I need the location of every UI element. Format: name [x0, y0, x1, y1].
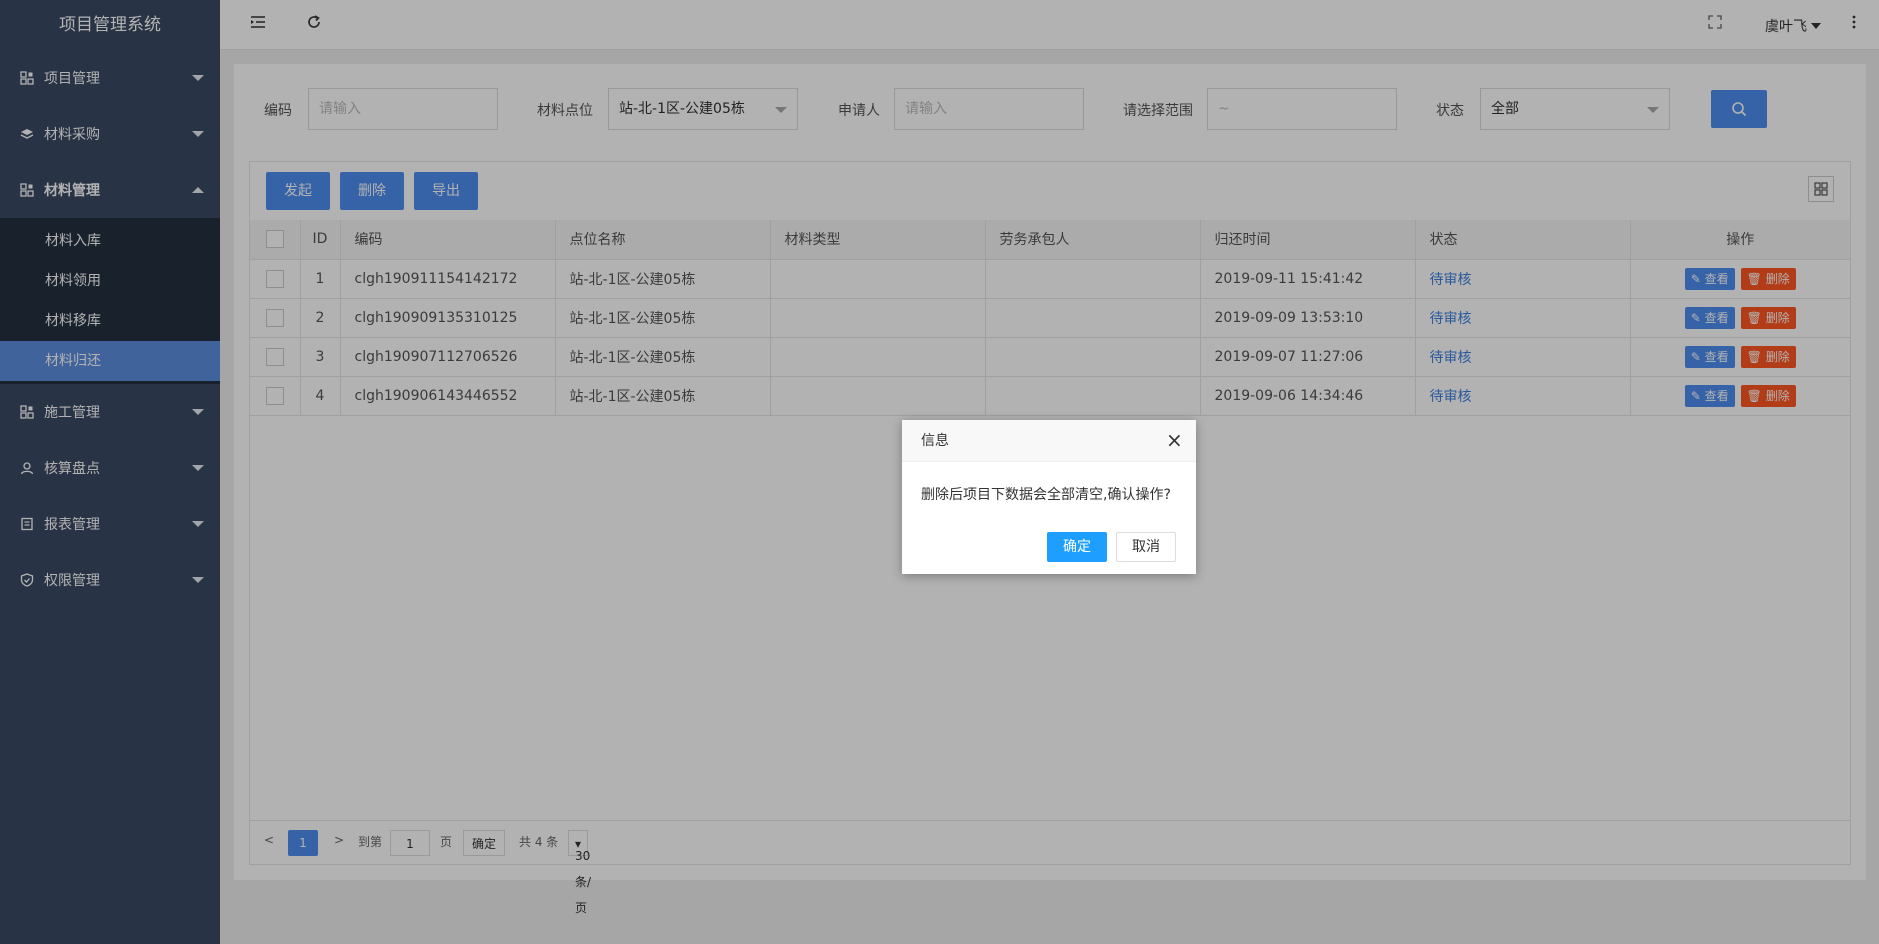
dialog-cancel-button[interactable]: 取消 — [1116, 532, 1176, 562]
dialog-title: 信息 — [902, 420, 1196, 462]
close-icon[interactable]: × — [1166, 430, 1183, 450]
confirm-dialog: 信息 × 删除后项目下数据会全部清空,确认操作? 确定 取消 — [902, 420, 1196, 574]
dialog-message: 删除后项目下数据会全部清空,确认操作? — [921, 487, 1171, 503]
dialog-confirm-button[interactable]: 确定 — [1047, 532, 1107, 562]
